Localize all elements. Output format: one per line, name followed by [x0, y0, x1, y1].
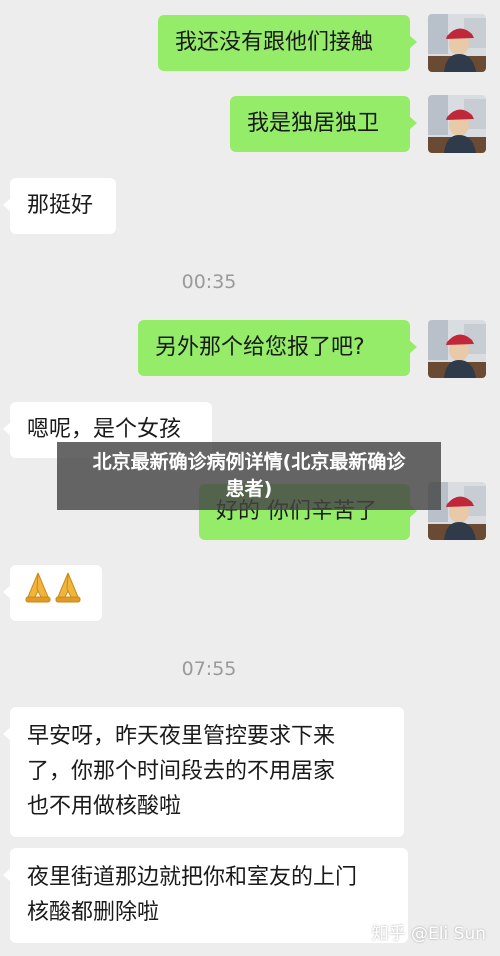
overlay-title-line2: 患者) [225, 478, 273, 500]
message-text-line: 也不用做核酸啦 [27, 794, 182, 819]
message-text: 另外那个给您报了吧? [155, 335, 365, 360]
message-text-line: 核酸都删除啦 [27, 900, 160, 925]
timestamp: 07:55 [181, 658, 237, 680]
message-text-line: 夜里街道那边就把你和室友的上门 [27, 865, 358, 890]
message-text-line: 了，你那个时间段去的不用居家 [27, 759, 336, 784]
message-bubble-outgoing[interactable]: 另外那个给您报了吧? [138, 320, 417, 376]
message-bubble-incoming[interactable]: 早安呀，昨天夜里管控要求下来 了，你那个时间段去的不用居家 也不用做核酸啦 [3, 707, 404, 837]
message-text: 我还没有跟他们接触 [175, 30, 374, 55]
watermark: 知乎 @Eli Sun [371, 924, 486, 944]
overlay-title-line1: 北京最新确诊病例详情(北京最新确诊 [92, 451, 406, 473]
avatar[interactable] [428, 320, 486, 378]
avatar[interactable] [428, 14, 486, 72]
praying-hands-icon [24, 567, 84, 618]
message-text-line: 早安呀，昨天夜里管控要求下来 [27, 724, 336, 749]
message-bubble-outgoing[interactable]: 我还没有跟他们接触 [158, 15, 417, 71]
avatar-image [428, 95, 486, 153]
message-text: 嗯呢，是个女孩 [27, 417, 182, 442]
avatar-image [428, 320, 486, 378]
message-text: 我是独居独卫 [247, 111, 380, 136]
message-bubble-incoming[interactable]: 夜里街道那边就把你和室友的上门 核酸都删除啦 [3, 848, 408, 943]
message-bubble-outgoing[interactable]: 我是独居独卫 [230, 96, 417, 152]
message-bubble-incoming[interactable] [3, 565, 102, 621]
overlay-title-banner: 北京最新确诊病例详情(北京最新确诊 患者) [57, 442, 441, 510]
timestamp: 00:35 [181, 271, 237, 293]
avatar[interactable] [428, 95, 486, 153]
message-text: 那挺好 [27, 193, 94, 218]
avatar-image [428, 14, 486, 72]
message-bubble-incoming[interactable]: 那挺好 [3, 178, 116, 234]
